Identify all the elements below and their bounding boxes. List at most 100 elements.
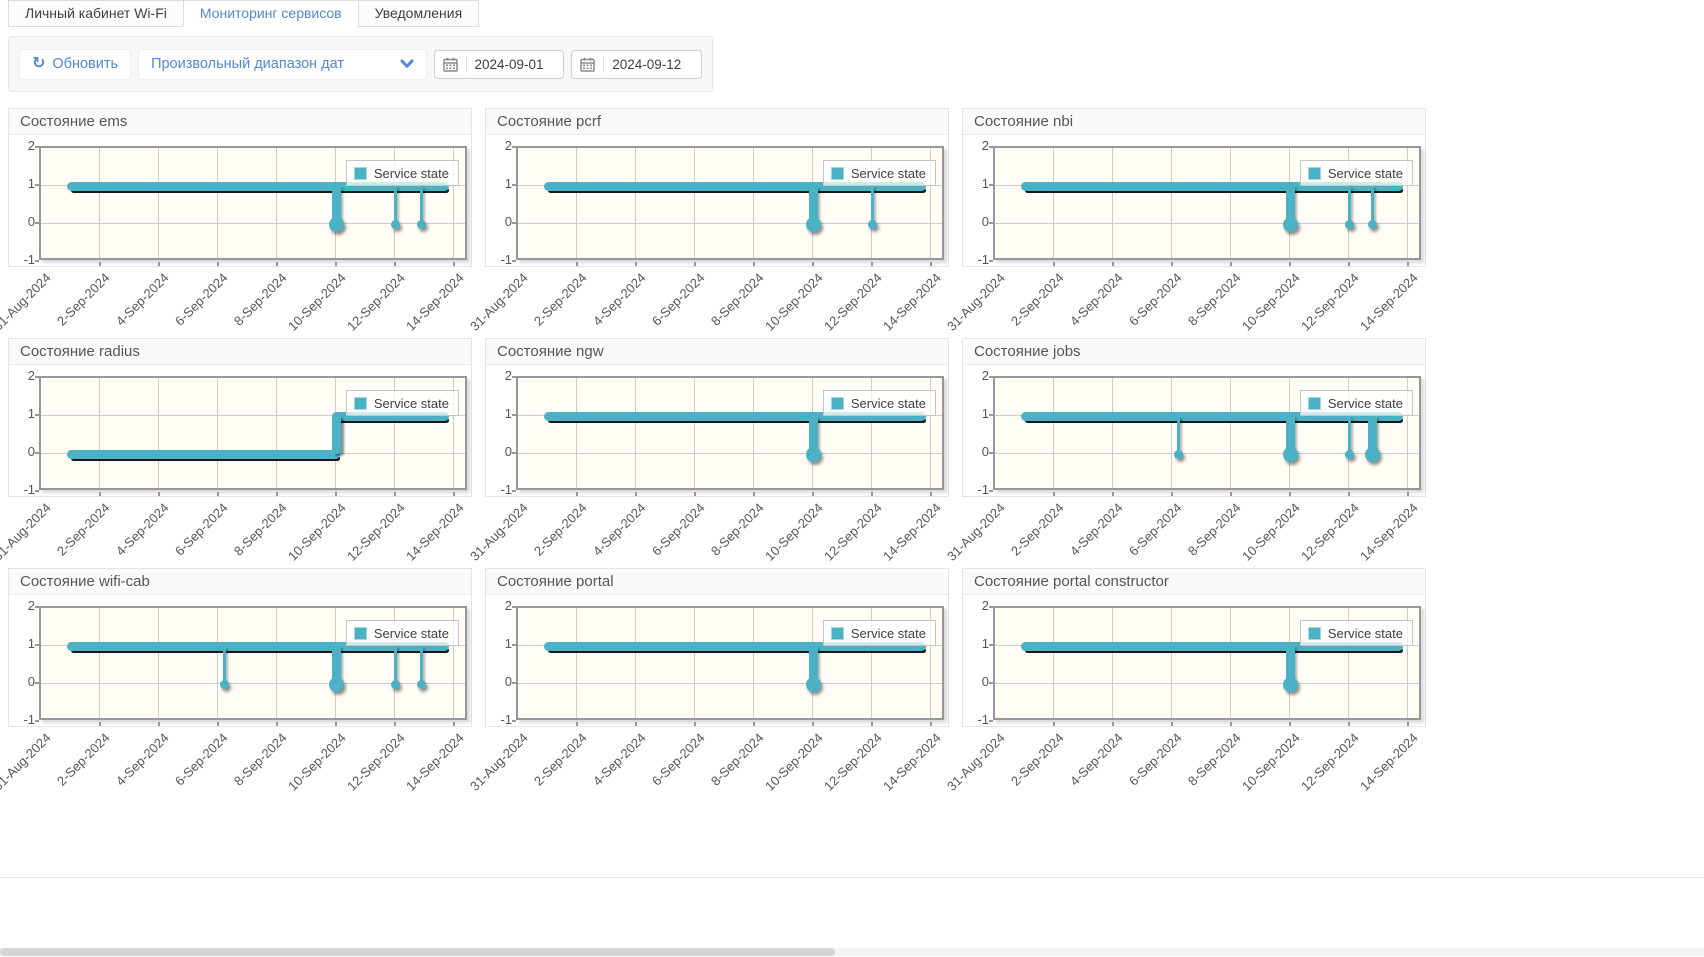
x-tick-label: 6-Sep-2024 xyxy=(649,270,708,329)
x-tick-mark xyxy=(217,262,219,266)
x-tick-mark xyxy=(276,262,278,266)
x-tick-mark xyxy=(1053,722,1055,726)
x-tick-label: 12-Sep-2024 xyxy=(821,730,885,794)
y-tick-label: 0 xyxy=(486,674,512,689)
plot-region: Service state xyxy=(993,146,1421,260)
plot-region: Service state xyxy=(39,606,467,720)
tab-notifications[interactable]: Уведомления xyxy=(358,0,480,27)
x-tick-label: 12-Sep-2024 xyxy=(1298,270,1362,334)
legend-label: Service state xyxy=(1328,626,1403,641)
x-tick-label: 10-Sep-2024 xyxy=(1239,270,1303,334)
x-tick-label: 31-Aug-2024 xyxy=(0,730,54,794)
x-tick-mark xyxy=(694,262,696,266)
y-tick-mark xyxy=(512,414,516,416)
x-tick-label: 6-Sep-2024 xyxy=(172,500,231,559)
x-tick-label: 14-Sep-2024 xyxy=(1357,270,1421,334)
x-tick-label: 31-Aug-2024 xyxy=(944,730,1008,794)
chart-area: Service state210-1 xyxy=(963,135,1425,266)
y-tick-mark xyxy=(989,146,993,148)
x-tick-mark xyxy=(753,262,755,266)
y-tick-label: 0 xyxy=(486,214,512,229)
y-tick-mark xyxy=(35,414,39,416)
y-tick-mark xyxy=(512,222,516,224)
x-tick-label: 12-Sep-2024 xyxy=(821,500,885,564)
grid-vline xyxy=(694,608,695,718)
x-tick-label: 2-Sep-2024 xyxy=(531,270,590,329)
legend-swatch xyxy=(354,397,367,410)
y-tick-mark xyxy=(989,644,993,646)
grid-hline xyxy=(41,683,465,684)
x-tick-label: 4-Sep-2024 xyxy=(590,500,649,559)
horizontal-scrollbar-thumb[interactable] xyxy=(0,948,835,956)
chart-panel: Состояние ngwService state210-1 xyxy=(485,338,949,497)
grid-vline xyxy=(1230,148,1231,258)
chart-title: Состояние ngw xyxy=(486,339,948,365)
chart-legend: Service state xyxy=(823,160,936,186)
grid-vline xyxy=(1171,378,1172,488)
x-tick-mark xyxy=(394,722,396,726)
legend-swatch xyxy=(831,627,844,640)
x-tick-label: 12-Sep-2024 xyxy=(1298,730,1362,794)
x-tick-mark xyxy=(930,722,932,726)
y-tick-mark xyxy=(512,452,516,454)
date-to-input[interactable]: 2024-09-12 xyxy=(571,50,702,79)
y-tick-label: 2 xyxy=(9,138,35,153)
plot-region: Service state xyxy=(39,146,467,260)
x-tick-mark xyxy=(1053,262,1055,266)
chart-panel: Состояние radiusService state210-1 xyxy=(8,338,472,497)
content-bottom-divider xyxy=(0,877,1704,878)
grid-hline xyxy=(995,453,1419,454)
grid-vline xyxy=(217,608,218,718)
y-tick-label: 0 xyxy=(963,674,989,689)
y-tick-mark xyxy=(512,490,516,492)
y-tick-mark xyxy=(512,260,516,262)
x-tick-mark xyxy=(99,722,101,726)
y-tick-label: 2 xyxy=(963,368,989,383)
state-dip-marker xyxy=(329,677,344,692)
x-tick-label: 4-Sep-2024 xyxy=(1067,270,1126,329)
x-tick-label: 8-Sep-2024 xyxy=(1185,270,1244,329)
y-tick-label: -1 xyxy=(9,252,35,267)
y-tick-mark xyxy=(512,720,516,722)
x-tick-label: 10-Sep-2024 xyxy=(762,500,826,564)
y-tick-label: 1 xyxy=(486,176,512,191)
x-tick-label: 31-Aug-2024 xyxy=(0,270,54,334)
x-tick-label: 10-Sep-2024 xyxy=(1239,500,1303,564)
chart-legend: Service state xyxy=(346,620,459,646)
chart-cell: Состояние portal constructorService stat… xyxy=(962,568,1426,798)
y-tick-mark xyxy=(512,146,516,148)
tab-service-monitoring[interactable]: Мониторинг сервисов xyxy=(183,0,358,27)
grid-vline xyxy=(99,378,100,488)
y-tick-mark xyxy=(989,222,993,224)
x-tick-label: 2-Sep-2024 xyxy=(54,270,113,329)
horizontal-scrollbar[interactable] xyxy=(0,948,1704,956)
x-tick-label: 14-Sep-2024 xyxy=(1357,500,1421,564)
state-dip-marker xyxy=(868,220,877,229)
state-dip xyxy=(420,186,423,224)
chart-title: Состояние pcrf xyxy=(486,109,948,135)
state-dip-marker xyxy=(391,680,400,689)
date-from-input[interactable]: 2024-09-01 xyxy=(434,50,565,79)
y-tick-mark xyxy=(989,414,993,416)
y-tick-mark xyxy=(989,720,993,722)
y-tick-label: 0 xyxy=(963,444,989,459)
x-tick-label: 4-Sep-2024 xyxy=(113,270,172,329)
x-tick-label: 14-Sep-2024 xyxy=(403,730,467,794)
x-tick-label: 31-Aug-2024 xyxy=(467,270,531,334)
x-tick-label: 31-Aug-2024 xyxy=(467,730,531,794)
chart-panel: Состояние nbiService state210-1 xyxy=(962,108,1426,267)
date-range-select[interactable]: Произвольный диапазон дат xyxy=(138,49,426,80)
tab-personal-cabinet[interactable]: Личный кабинет Wi-Fi xyxy=(8,0,183,27)
chart-area: Service state210-1 xyxy=(963,365,1425,496)
state-dip-marker xyxy=(391,220,400,229)
refresh-button[interactable]: ↻ Обновить xyxy=(19,49,131,80)
x-tick-mark xyxy=(576,722,578,726)
x-tick-label: 4-Sep-2024 xyxy=(113,730,172,789)
x-tick-mark xyxy=(576,492,578,496)
state-dip-marker xyxy=(417,680,426,689)
grid-vline xyxy=(576,148,577,258)
x-tick-mark xyxy=(1171,722,1173,726)
grid-vline xyxy=(1112,378,1113,488)
grid-vline xyxy=(576,378,577,488)
x-tick-mark xyxy=(635,722,637,726)
